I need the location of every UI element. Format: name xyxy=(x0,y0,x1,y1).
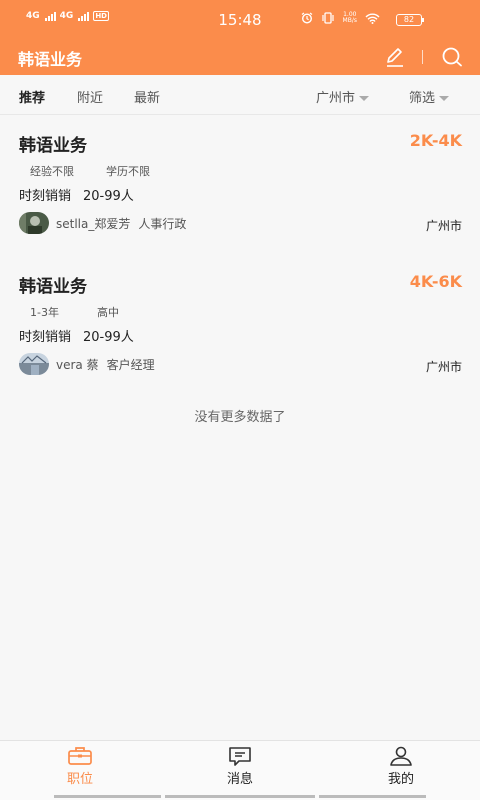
job-salary: 4K-6K xyxy=(409,272,462,291)
job-card[interactable]: 韩语业务 2K-4K 经验不限 学历不限 时刻销销 20-99人 setlla_郑… xyxy=(0,117,480,245)
city-dropdown-label: 广州市 xyxy=(316,91,356,106)
page-title: 韩语业务 xyxy=(18,50,83,69)
education-tag: 高中 xyxy=(96,306,119,319)
search-icon xyxy=(442,47,462,67)
avatar xyxy=(19,212,49,234)
education-tag: 学历不限 xyxy=(106,165,150,178)
no-more-data-text: 没有更多数据了 xyxy=(194,410,286,425)
company-name: 时刻销销 xyxy=(19,189,72,204)
edit-button[interactable] xyxy=(383,45,407,69)
job-city: 广州市 xyxy=(425,219,462,233)
recruiter-info: vera 蔡 客户经理 xyxy=(19,353,155,375)
job-title: 韩语业务 xyxy=(19,277,87,297)
status-bar: 4G 4G HD 15:48 1.00 MB/s 82 xyxy=(0,0,480,40)
speed-unit: MB/s xyxy=(342,17,357,24)
tab-recommended[interactable]: 推荐 xyxy=(19,87,45,106)
wifi-icon xyxy=(365,13,380,24)
battery-icon: 82 xyxy=(396,14,424,26)
company-name: 时刻销销 xyxy=(19,330,72,345)
job-tags: 经验不限 学历不限 xyxy=(30,163,150,179)
alarm-icon xyxy=(301,12,312,24)
nav-item-label: 消息 xyxy=(226,772,253,787)
experience-tag: 1-3年 xyxy=(30,306,59,319)
bottom-nav: 职位 消息 我的 xyxy=(0,740,480,800)
nav-item-messages[interactable]: 消息 xyxy=(200,745,280,787)
network-speed: 1.00 MB/s xyxy=(343,12,357,24)
nav-indicator xyxy=(54,795,161,798)
nav-indicator xyxy=(319,795,426,798)
nav-item-jobs[interactable]: 职位 xyxy=(40,745,120,787)
tabs-bar: 推荐 附近 最新 广州市 筛选 xyxy=(0,75,480,115)
recruiter-name: vera 蔡 xyxy=(56,357,99,372)
experience-tag: 经验不限 xyxy=(30,165,74,178)
edit-icon xyxy=(387,48,403,67)
nav-indicator xyxy=(165,795,315,798)
app-header: 韩语业务 xyxy=(0,40,480,75)
job-title: 韩语业务 xyxy=(19,136,87,156)
city-dropdown[interactable]: 广州市 xyxy=(316,87,370,106)
recruiter-role: 人事行政 xyxy=(138,216,187,231)
company-info: 时刻销销 20-99人 xyxy=(19,185,134,204)
search-button[interactable] xyxy=(440,45,464,69)
nav-item-label: 职位 xyxy=(66,772,93,787)
briefcase-icon xyxy=(68,747,92,765)
company-size: 20-99人 xyxy=(83,330,134,345)
nav-item-label: 我的 xyxy=(387,772,414,787)
profile-icon xyxy=(390,746,412,766)
company-size: 20-99人 xyxy=(83,189,134,204)
recruiter-name: setlla_郑爱芳 xyxy=(56,216,131,231)
header-divider xyxy=(422,50,423,64)
recruiter-role: 客户经理 xyxy=(106,357,155,372)
status-icons: 1.00 MB/s xyxy=(301,12,380,24)
job-tags: 1-3年 高中 xyxy=(30,304,119,320)
chevron-down-icon xyxy=(439,96,450,101)
vibrate-icon xyxy=(321,12,334,24)
tab-nearby[interactable]: 附近 xyxy=(77,87,103,106)
nav-item-profile[interactable]: 我的 xyxy=(361,745,441,787)
job-card[interactable]: 韩语业务 4K-6K 1-3年 高中 时刻销销 20-99人 vera 蔡 客户经… xyxy=(0,258,480,386)
company-info: 时刻销销 20-99人 xyxy=(19,326,134,345)
job-city: 广州市 xyxy=(425,360,462,374)
tab-latest[interactable]: 最新 xyxy=(134,87,160,106)
recruiter-info: setlla_郑爱芳 人事行政 xyxy=(19,212,186,234)
job-salary: 2K-4K xyxy=(409,131,462,150)
message-icon xyxy=(229,747,251,766)
chevron-down-icon xyxy=(359,96,370,101)
avatar xyxy=(19,353,49,375)
filter-dropdown-label: 筛选 xyxy=(409,91,436,106)
filter-dropdown[interactable]: 筛选 xyxy=(409,87,450,106)
